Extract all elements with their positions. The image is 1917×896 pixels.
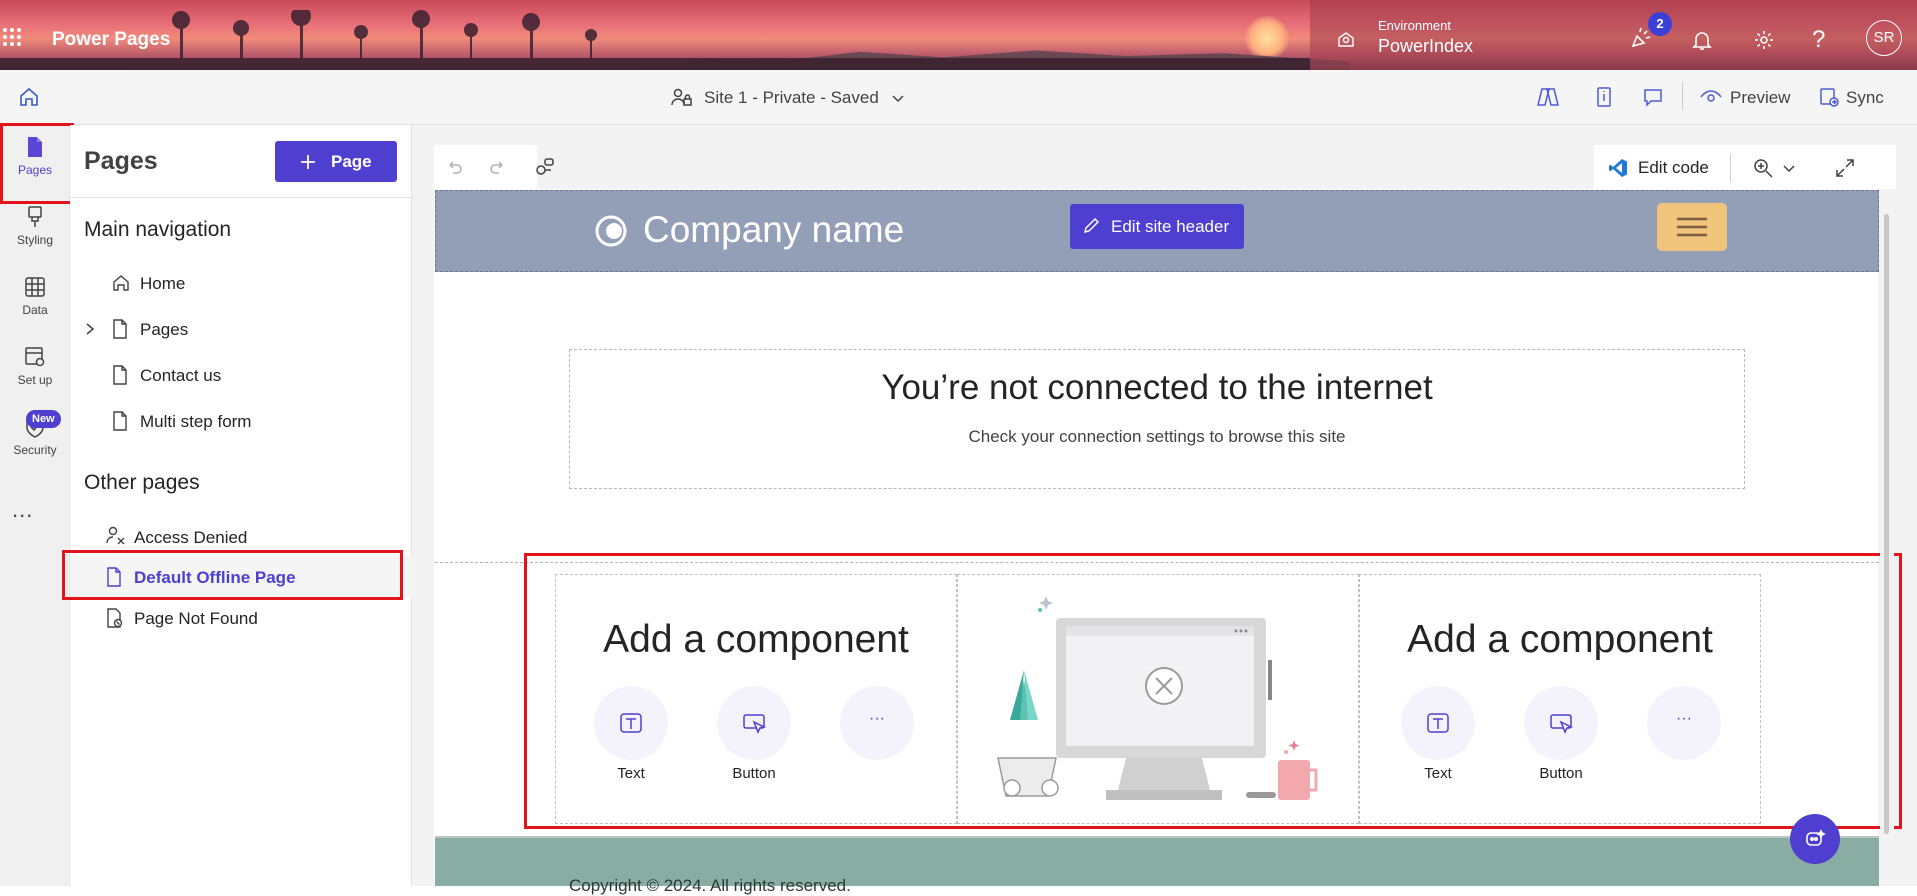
- home-icon: [113, 275, 129, 291]
- preview-eye-icon[interactable]: [1700, 88, 1722, 106]
- hamburger-icon: [1677, 217, 1707, 237]
- rail-item-data[interactable]: Data: [0, 267, 70, 327]
- pages-panel: Pages Page Main navigation Home Pages Co…: [70, 125, 412, 886]
- paintbrush-icon: [28, 206, 42, 227]
- avatar[interactable]: SR: [1866, 20, 1902, 56]
- preview-button[interactable]: Preview: [1730, 88, 1790, 108]
- table-icon: [25, 277, 45, 297]
- nav-label-home: Home: [140, 274, 186, 293]
- other-pages-heading: Other pages: [84, 471, 200, 494]
- nav-item-page-not-found[interactable]: Page Not Found: [106, 608, 258, 629]
- info-panel-icon[interactable]: [1594, 86, 1614, 108]
- app-title[interactable]: Power Pages: [52, 29, 170, 51]
- components-icon[interactable]: [534, 156, 556, 178]
- chevron-down-icon[interactable]: [891, 91, 905, 105]
- bell-icon[interactable]: [1690, 28, 1714, 52]
- nav-label-pages: Pages: [140, 320, 189, 339]
- offline-subtitle: Check your connection settings to browse…: [968, 427, 1346, 446]
- nav-item-pages[interactable]: Pages: [84, 319, 189, 340]
- environment-icon[interactable]: [1336, 29, 1356, 49]
- nav-item-multi-step-form[interactable]: Multi step form: [112, 411, 252, 432]
- user-lock-icon: [106, 526, 125, 545]
- nav-label-page-not-found: Page Not Found: [134, 609, 258, 628]
- add-page-button[interactable]: Page: [275, 141, 397, 182]
- rail-item-styling[interactable]: Styling: [0, 197, 70, 257]
- zoom-icon[interactable]: [1752, 157, 1774, 179]
- rail-label-data: Data: [22, 303, 48, 317]
- home-icon[interactable]: [18, 86, 40, 108]
- toolbar-divider: [1682, 82, 1683, 110]
- page-not-found-icon: [107, 608, 123, 628]
- panel-title: Pages: [84, 147, 158, 175]
- rail-label-security: Security: [13, 443, 57, 457]
- offline-title: You’re not connected to the internet: [881, 368, 1433, 407]
- highlight-pages-rail: [0, 123, 74, 204]
- settings-gear-icon[interactable]: [1752, 28, 1776, 52]
- nav-label-contact-us: Contact us: [140, 366, 222, 385]
- redo-icon[interactable]: [488, 158, 506, 176]
- edit-code-button[interactable]: Edit code: [1638, 158, 1709, 178]
- app-launcher-icon[interactable]: [0, 25, 24, 49]
- command-bar: [0, 70, 1917, 125]
- main-navigation-heading: Main navigation: [84, 218, 232, 241]
- rail-label-setup: Set up: [17, 373, 53, 387]
- comment-icon[interactable]: [1642, 86, 1664, 108]
- plus-icon: [301, 155, 315, 169]
- notification-count-badge: 2: [1648, 12, 1672, 36]
- add-page-label: Page: [331, 152, 372, 171]
- rail-label-styling: Styling: [16, 233, 54, 247]
- chevron-right-icon[interactable]: [84, 322, 96, 336]
- nav-item-access-denied[interactable]: Access Denied: [106, 526, 248, 548]
- copilot-icon[interactable]: [1536, 86, 1560, 108]
- copilot-chat-button[interactable]: [1790, 814, 1840, 864]
- highlight-component-section: [524, 553, 1902, 829]
- company-logo-icon: [594, 214, 628, 248]
- environment-area: [1310, 0, 1917, 70]
- environment-name[interactable]: PowerIndex: [1378, 36, 1473, 57]
- undo-icon[interactable]: [446, 158, 464, 176]
- rail-item-setup[interactable]: Set up: [0, 337, 70, 397]
- left-rail: Pages Styling Data Set up Security New .…: [0, 125, 70, 886]
- sync-button[interactable]: Sync: [1846, 88, 1884, 108]
- new-badge: New: [26, 410, 61, 428]
- zoom-chevron-down-icon[interactable]: [1782, 161, 1796, 175]
- page-icon: [113, 411, 127, 431]
- site-users-icon: [670, 87, 694, 109]
- nav-label-multi-step-form: Multi step form: [140, 412, 252, 431]
- banner-palm-silhouettes: [0, 10, 1310, 70]
- hamburger-menu-button[interactable]: [1657, 203, 1727, 251]
- scrollbar-thumb[interactable]: [1884, 214, 1889, 834]
- edit-site-header-label: Edit site header: [1111, 217, 1230, 236]
- highlight-default-offline-page: [62, 550, 403, 600]
- more-icon[interactable]: ...: [12, 497, 33, 523]
- help-icon[interactable]: ?: [1812, 26, 1825, 54]
- sync-icon[interactable]: [1818, 86, 1840, 108]
- toolbar-divider: [1730, 154, 1731, 182]
- site-status[interactable]: Site 1 - Private - Saved: [704, 88, 879, 108]
- nav-item-contact-us[interactable]: Contact us: [112, 365, 222, 386]
- panel-divider: [70, 197, 412, 198]
- nav-label-access-denied: Access Denied: [134, 528, 248, 547]
- page-icon: [113, 365, 127, 385]
- copilot-chat-icon: [1806, 829, 1826, 846]
- footer-copyright: Copyright © 2024. All rights reserved.: [569, 876, 851, 895]
- nav-item-home[interactable]: Home: [112, 274, 185, 294]
- setup-icon: [25, 347, 45, 367]
- pencil-icon: [1083, 217, 1100, 234]
- edit-site-header-button[interactable]: Edit site header: [1070, 204, 1244, 249]
- page-icon: [113, 319, 127, 339]
- environment-label: Environment: [1378, 18, 1451, 33]
- expand-icon[interactable]: [1834, 157, 1856, 179]
- vscode-icon[interactable]: [1608, 158, 1628, 178]
- company-name: Company name: [643, 209, 905, 250]
